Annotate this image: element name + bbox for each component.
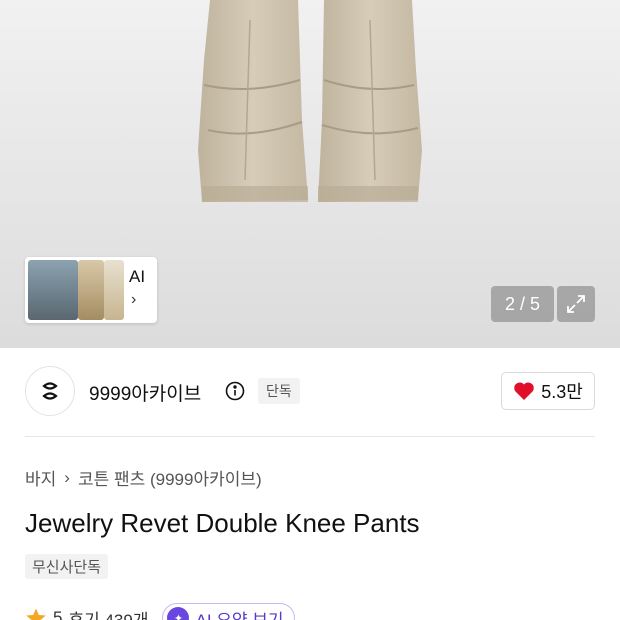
product-image-gallery[interactable]: AI › 2 / 5 — [0, 0, 620, 348]
thumbnail-image — [28, 260, 78, 320]
image-pager: 2 / 5 — [491, 286, 554, 322]
chevron-right-icon: › — [64, 467, 70, 487]
exclusive-badge: 단독 — [258, 378, 300, 404]
thumbnail-image — [104, 260, 124, 320]
like-count: 5.3만 — [541, 382, 583, 402]
divider — [25, 436, 595, 437]
ai-label: AI — [129, 267, 146, 286]
breadcrumb: 바지 › 코튼 팬츠 (9999아카이브) — [25, 465, 262, 490]
chevron-right-icon: › — [131, 291, 137, 308]
product-title: Jewelry Revet Double Knee Pants — [25, 508, 420, 538]
like-button[interactable]: 5.3만 — [501, 372, 595, 410]
breadcrumb-item-subcategory[interactable]: 코튼 팬츠 (9999아카이브) — [78, 465, 262, 490]
expand-icon — [567, 295, 585, 313]
ai-summary-label: AI 요약 보기 — [195, 610, 284, 620]
product-image — [198, 0, 422, 202]
brand-name[interactable]: 9999아카이브 — [89, 379, 201, 406]
ai-thumbnail-strip[interactable]: AI › — [25, 257, 157, 323]
brand-logo-icon — [42, 382, 58, 400]
thumbnail-image — [78, 260, 104, 320]
exclusive-tag: 무신사단독 — [25, 554, 109, 579]
rating-score: 5 — [53, 608, 63, 620]
ai-summary-button[interactable]: ✦ AI 요약 보기 — [162, 603, 295, 620]
ai-icon: ✦ — [167, 607, 190, 620]
star-icon — [26, 608, 46, 620]
brand-row: 9999아카이브 단독 5.3만 — [25, 366, 595, 416]
breadcrumb-item-category[interactable]: 바지 — [25, 465, 56, 490]
review-count-link[interactable]: 후기 439개 — [68, 606, 148, 620]
info-icon[interactable] — [225, 381, 245, 401]
heart-icon — [514, 382, 534, 400]
rating-row: 5 후기 439개 ✦ AI 요약 보기 — [25, 603, 295, 620]
expand-button[interactable] — [557, 286, 595, 322]
brand-logo[interactable] — [25, 366, 75, 416]
